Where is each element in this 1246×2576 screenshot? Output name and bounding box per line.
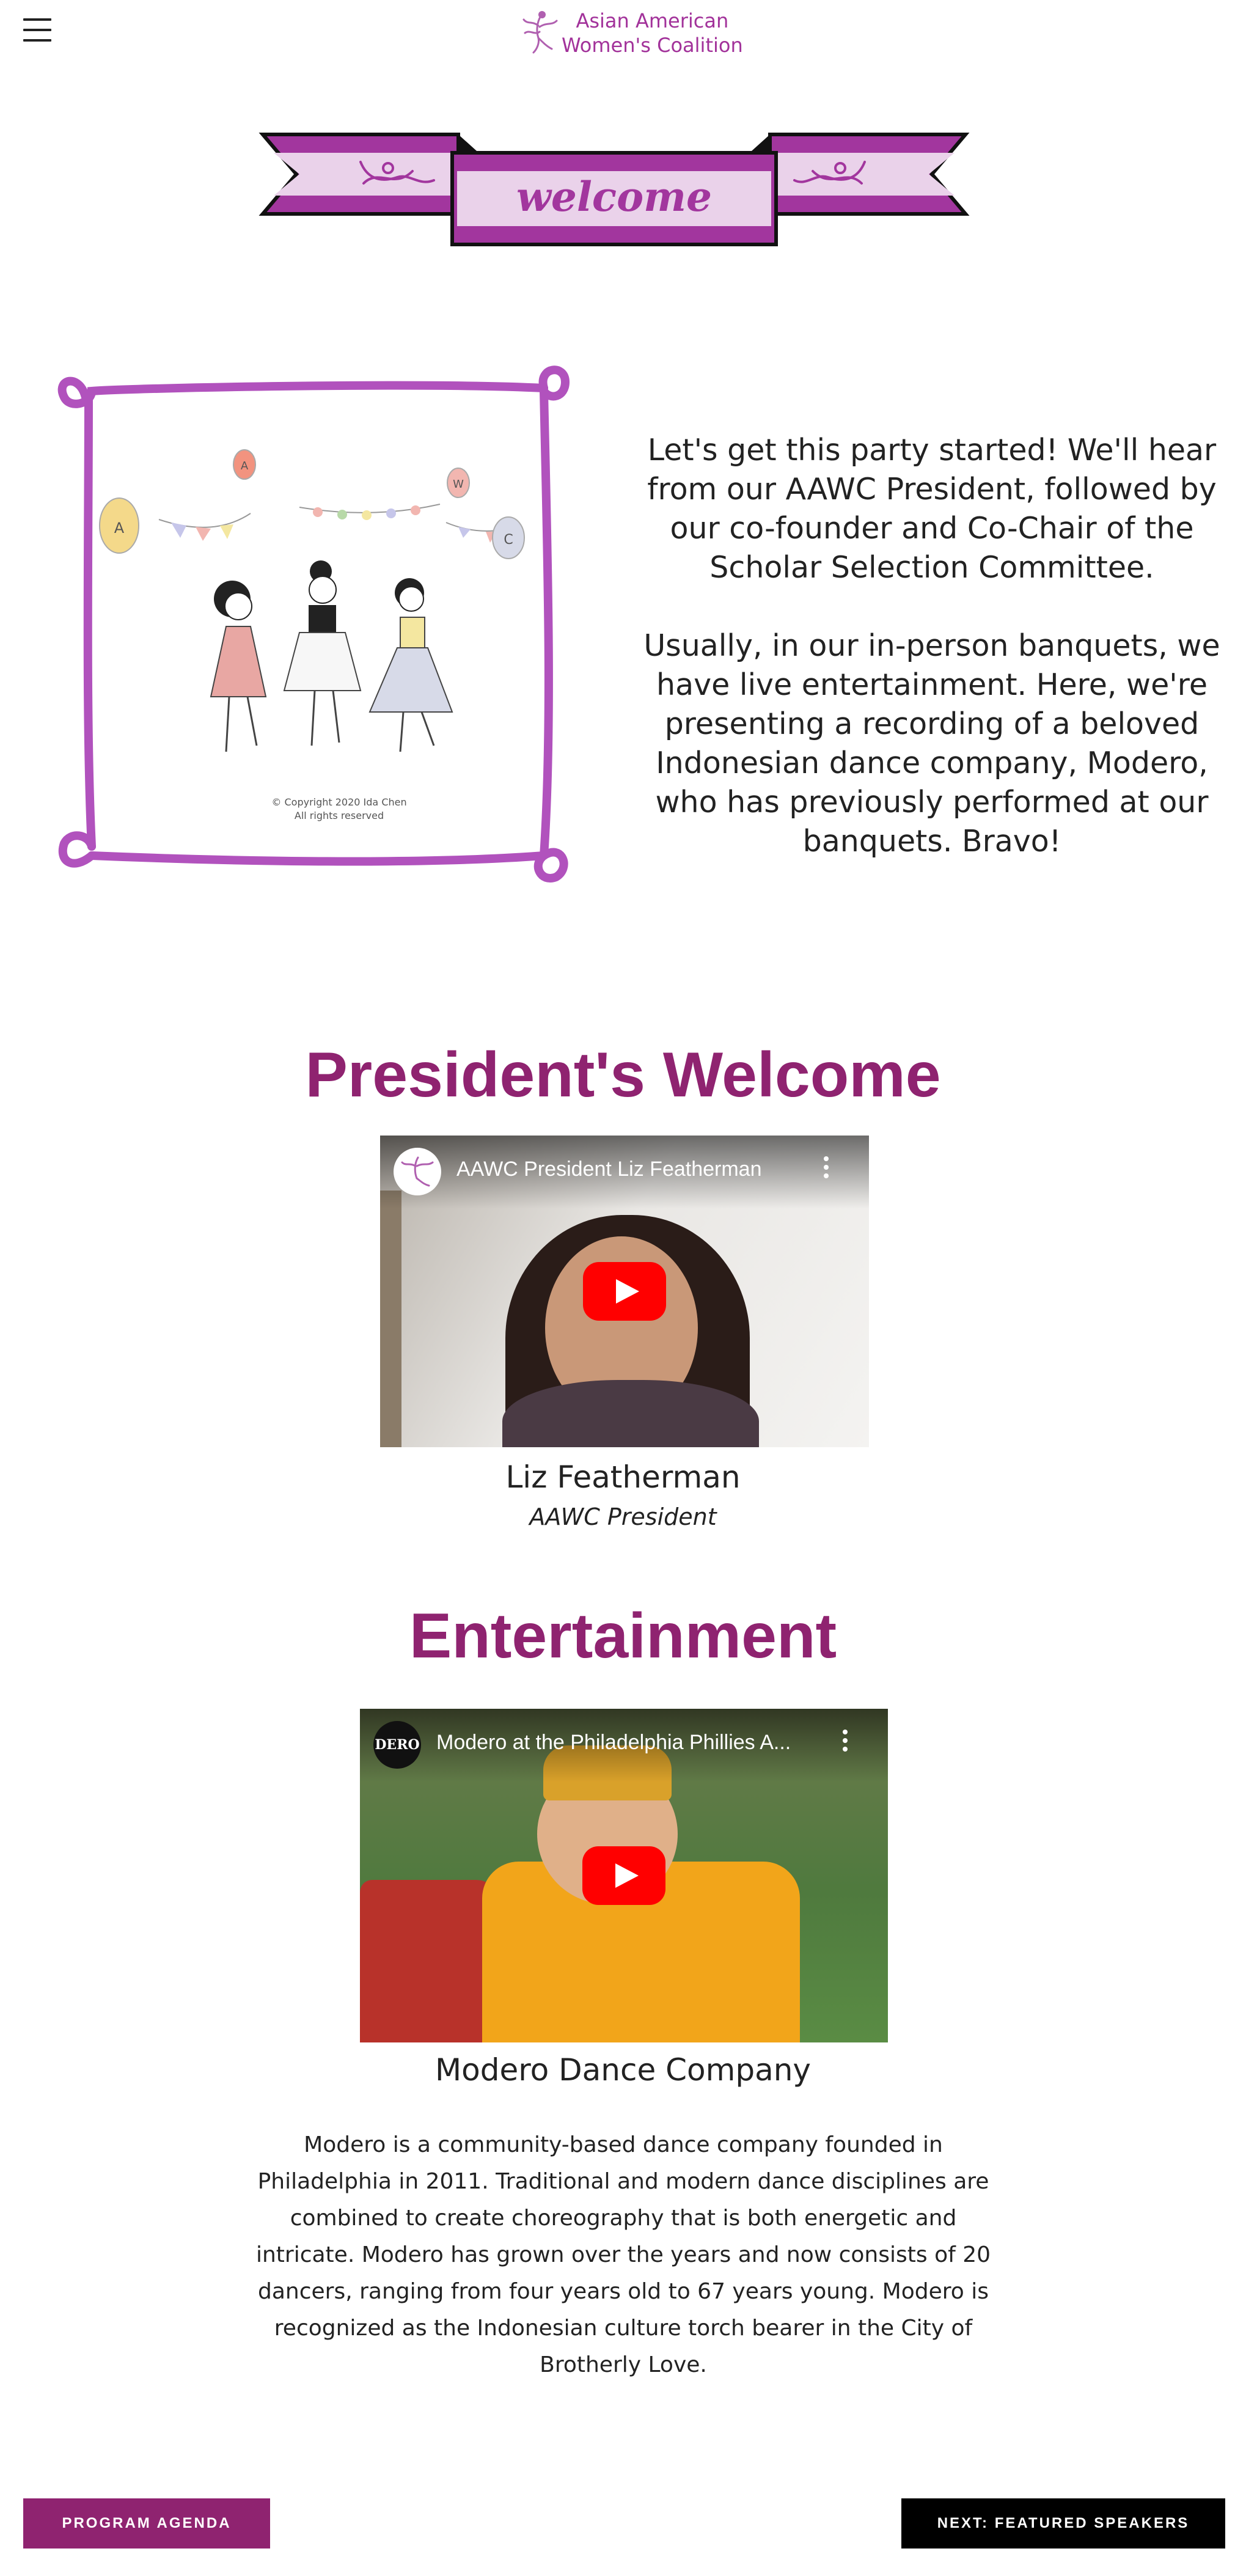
entertainment-heading: Entertainment	[409, 1601, 837, 1671]
dancer-logo-icon	[401, 1156, 434, 1187]
video-costume-left	[360, 1880, 500, 2042]
next-featured-speakers-button[interactable]: NEXT: FEATURED SPEAKERS	[901, 2498, 1225, 2548]
president-role: AAWC President	[529, 1503, 717, 1530]
balloon-letter-c: C	[504, 532, 513, 548]
entertainment-video[interactable]: DERO Modero at the Philadelphia Phillies…	[360, 1709, 888, 2042]
entertainment-video-title[interactable]: Modero at the Philadelphia Phillies A...	[436, 1731, 791, 1755]
youtube-play-icon[interactable]	[583, 1262, 666, 1321]
dancer-logo-icon	[522, 11, 558, 54]
logo-line-1: Asian American	[576, 9, 729, 32]
president-video[interactable]: AAWC President Liz Featherman	[380, 1136, 869, 1447]
channel-avatar[interactable]	[394, 1148, 441, 1195]
logo-text: Asian American Women's Coalition	[562, 9, 743, 57]
entertainment-name: Modero Dance Company	[434, 2052, 811, 2088]
balloon-letter-a1: A	[114, 519, 125, 537]
balloon-letter-a2: A	[241, 460, 249, 472]
video-person-shoulders	[502, 1380, 759, 1447]
youtube-play-icon[interactable]	[582, 1846, 665, 1905]
entertainment-description: Modero is a community-based dance compan…	[255, 2132, 991, 2377]
intro-text: Let's get this party started! We'll hear…	[642, 431, 1222, 900]
hamburger-menu-icon[interactable]	[23, 18, 51, 43]
party-illustration: A A W C © Copyright 2020 Ida Chen All ri…	[57, 365, 570, 883]
more-vert-icon[interactable]	[843, 1730, 849, 1755]
video-door-frame	[380, 1191, 401, 1447]
presidents-welcome-heading: President's Welcome	[305, 1040, 941, 1110]
channel-logo-text: DERO	[375, 1737, 420, 1753]
site-logo[interactable]: Asian American Women's Coalition	[516, 6, 749, 60]
balloon-letter-w: W	[453, 478, 464, 491]
copyright-line-1: © Copyright 2020 Ida Chen	[271, 796, 406, 808]
banner-welcome-text: welcome	[516, 173, 712, 221]
president-video-title[interactable]: AAWC President Liz Featherman	[456, 1158, 762, 1181]
channel-avatar[interactable]: DERO	[373, 1721, 421, 1769]
president-name: Liz Featherman	[505, 1459, 741, 1495]
copyright-line-2: All rights reserved	[295, 810, 384, 821]
program-agenda-button[interactable]: PROGRAM AGENDA	[23, 2498, 270, 2548]
intro-paragraph-2: Usually, in our in-person banquets, we h…	[643, 628, 1220, 859]
intro-paragraph-1: Let's get this party started! We'll hear…	[647, 433, 1217, 585]
more-vert-icon[interactable]	[824, 1156, 830, 1182]
logo-line-2: Women's Coalition	[562, 34, 743, 57]
welcome-banner: welcome	[258, 133, 970, 246]
